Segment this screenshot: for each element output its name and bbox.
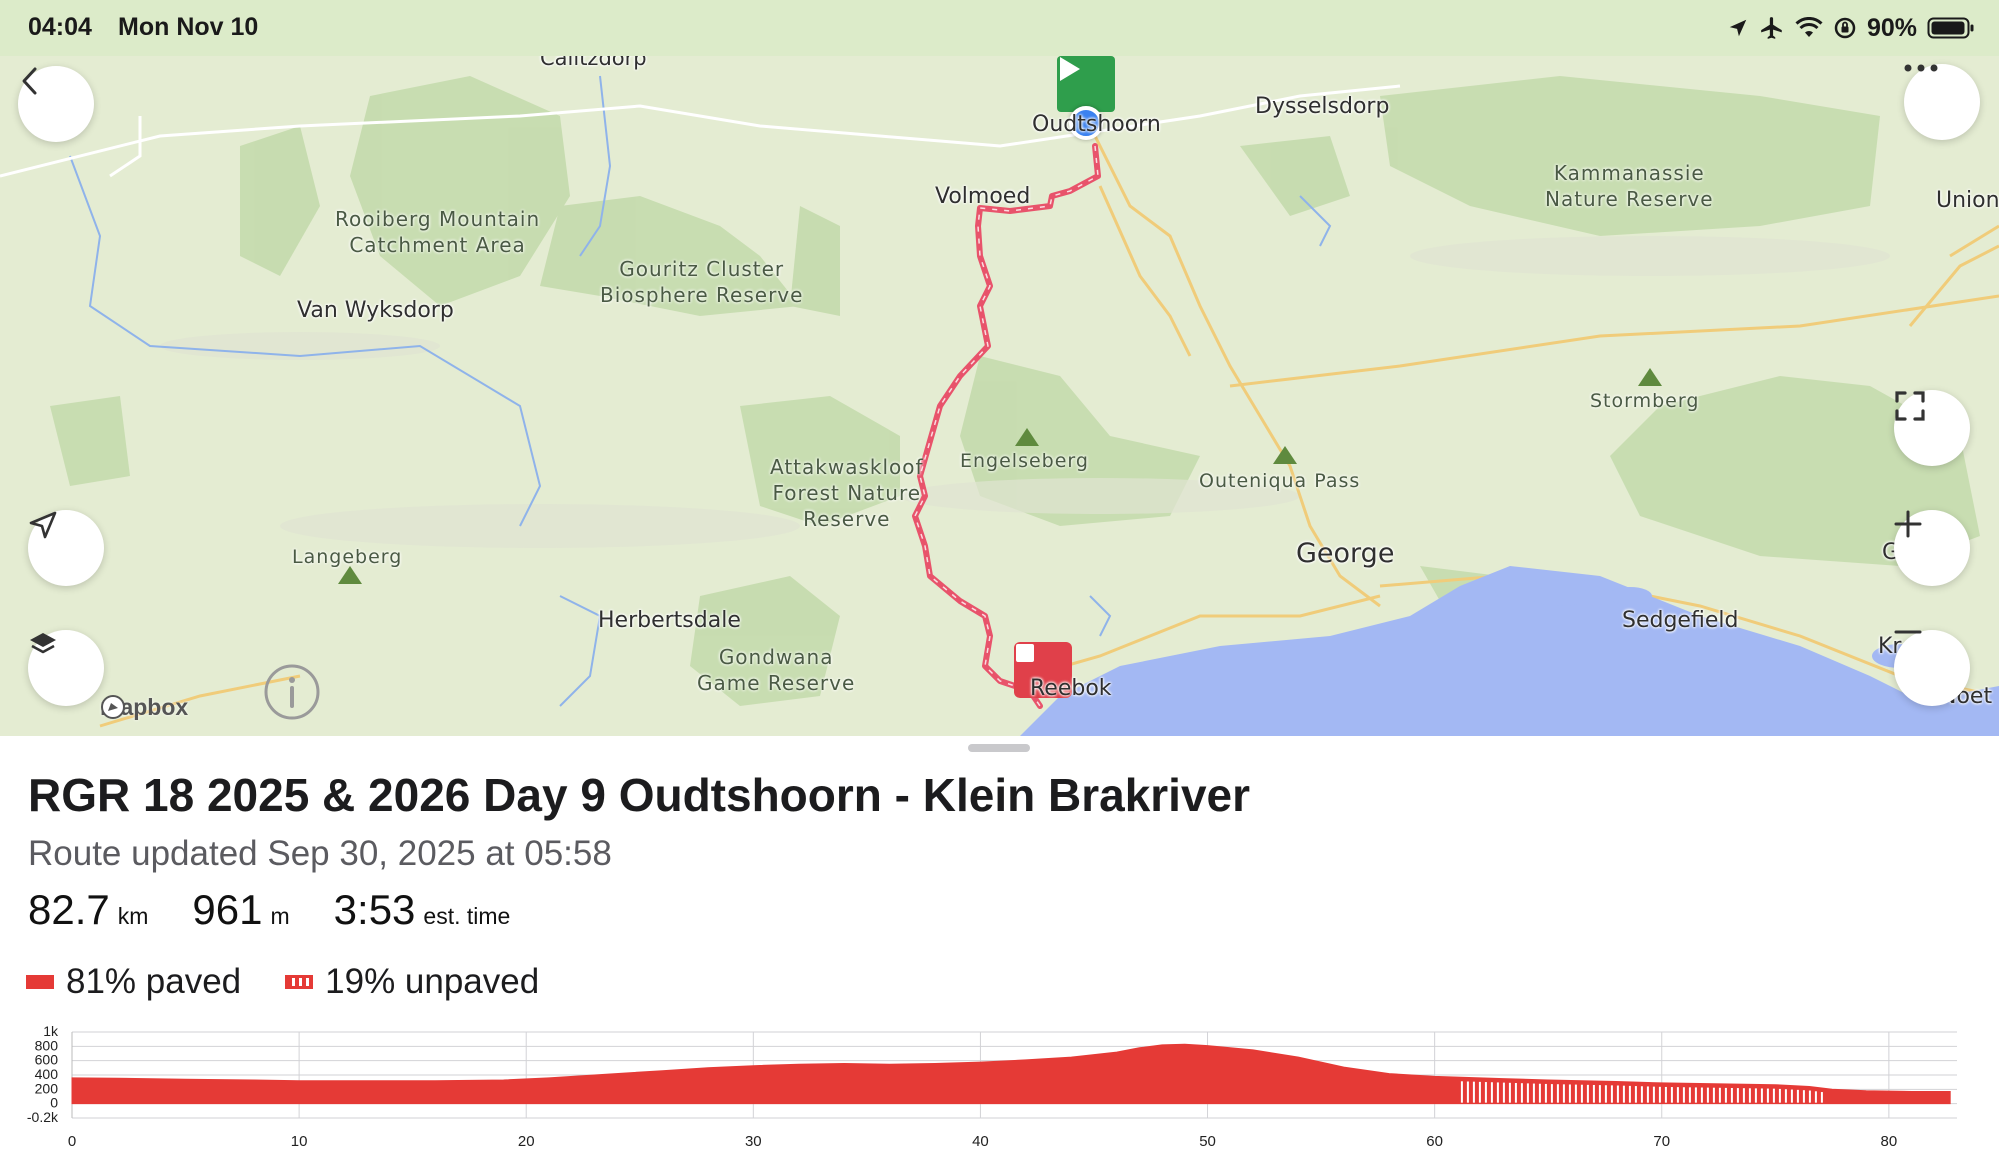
route-updated-text: Route updated Sep 30, 2025 at 05:58 [28,834,612,873]
zoom-out-button[interactable] [1894,630,1970,706]
elevation-x-tick: 50 [1199,1133,1216,1150]
back-button[interactable] [18,66,94,142]
time-value: 3:53 [333,886,416,933]
fullscreen-button[interactable] [1894,390,1970,466]
plus-icon [1894,510,1922,538]
place-volmoed: Volmoed [935,184,1031,209]
route-start-marker[interactable] [1057,56,1115,112]
peak-engelseberg: Engelseberg [960,450,1089,472]
layers-icon [30,633,56,654]
elevation-x-tick: 0 [68,1133,76,1150]
elevation-x-tick: 60 [1426,1133,1443,1150]
place-sedgefield: Sedgefield [1622,608,1739,633]
distance-value: 82.7 [28,886,110,933]
battery-percentage: 90% [1866,13,1917,42]
distance-unit: km [117,903,149,929]
elevation-x-tick: 10 [291,1133,308,1150]
more-options-button[interactable] [1904,64,1980,140]
peak-langeberg: Langeberg [292,546,403,568]
minus-icon [1894,630,1922,634]
elevation-area [71,1043,1951,1105]
place-oudtshoorn: Oudtshoorn [1032,112,1161,137]
paved-swatch [26,975,54,989]
map-info-button[interactable] [264,664,320,720]
navigation-arrow-icon [29,511,57,539]
expand-icon [1895,391,1925,421]
place-dysselsdorp: Dysselsdorp [1255,94,1390,119]
time-unit: est. time [423,903,511,929]
elevation-x-tick: 30 [745,1133,762,1150]
status-time: 04:04 [28,13,92,41]
place-george: George [1296,538,1395,569]
park-attakwaskloof: Attakwaskloof Forest Nature Reserve [770,455,924,531]
place-calitzdorp: Calitzdorp [540,56,647,70]
route-title: RGR 18 2025 & 2026 Day 9 Oudtshoorn - Kl… [28,769,1251,821]
elevation-value: 961 [192,886,263,933]
elevation-chart[interactable]: 1k8006004002000-0.2k0 10 20 30 40 50 60 70 80 [0,1018,1999,1160]
place-herbertsdale: Herbertsdale [598,608,741,633]
chevron-left-icon [22,67,37,95]
location-arrow-icon [1729,19,1747,37]
unpaved-swatch [285,975,314,989]
status-indicators: 90% [1727,10,1975,46]
sheet-drag-handle[interactable] [968,744,1030,752]
rotation-lock-icon [1834,17,1856,39]
airplane-icon [1761,17,1782,39]
status-date: Mon Nov 10 [118,13,259,41]
elevation-x-tick: 80 [1881,1133,1898,1150]
info-icon [264,664,320,720]
mapbox-logo: mapbox [100,694,188,721]
park-kammanassie: Kammanassie Nature Reserve [1545,161,1714,211]
unpaved-label: 19% unpaved [325,962,540,1001]
elevation-x-tick: 20 [518,1133,535,1150]
park-gondwana: Gondwana Game Reserve [697,645,856,695]
map-layers-button[interactable] [28,630,104,706]
park-gouritz: Gouritz Cluster Biosphere Reserve [600,257,804,307]
ellipsis-icon [1904,64,1938,72]
place-van-wyksdorp: Van Wyksdorp [297,298,454,323]
locate-me-button[interactable] [28,510,104,586]
peak-stormberg: Stormberg [1590,390,1700,412]
play-icon [1060,57,1080,81]
place-reebok: Reebok [1030,676,1112,701]
wifi-icon [1795,17,1823,37]
elevation-x-tick: 70 [1653,1133,1670,1150]
zoom-in-button[interactable] [1894,510,1970,586]
status-bar: 04:04 Mon Nov 10 90% [0,0,1999,56]
elevation-y-tick: -0.2k [27,1109,59,1125]
surface-legend: 81% paved 19% unpaved [26,962,583,1002]
paved-label: 81% paved [66,962,242,1001]
route-map[interactable]: Calitzdorp Oudtshoorn Dysselsdorp Volmoe… [0,56,1999,736]
stop-icon [1016,644,1034,662]
elevation-x-tick: 40 [972,1133,989,1150]
place-union: Union [1936,188,1999,213]
battery-icon [1927,17,1974,39]
route-stats: 82.7 km 961 m 3:53 est. time [28,886,554,934]
peak-outeniqua: Outeniqua Pass [1199,470,1361,492]
elevation-unit: m [270,903,290,929]
park-rooiberg: Rooiberg Mountain Catchment Area [335,207,541,257]
mapbox-icon [101,695,125,719]
